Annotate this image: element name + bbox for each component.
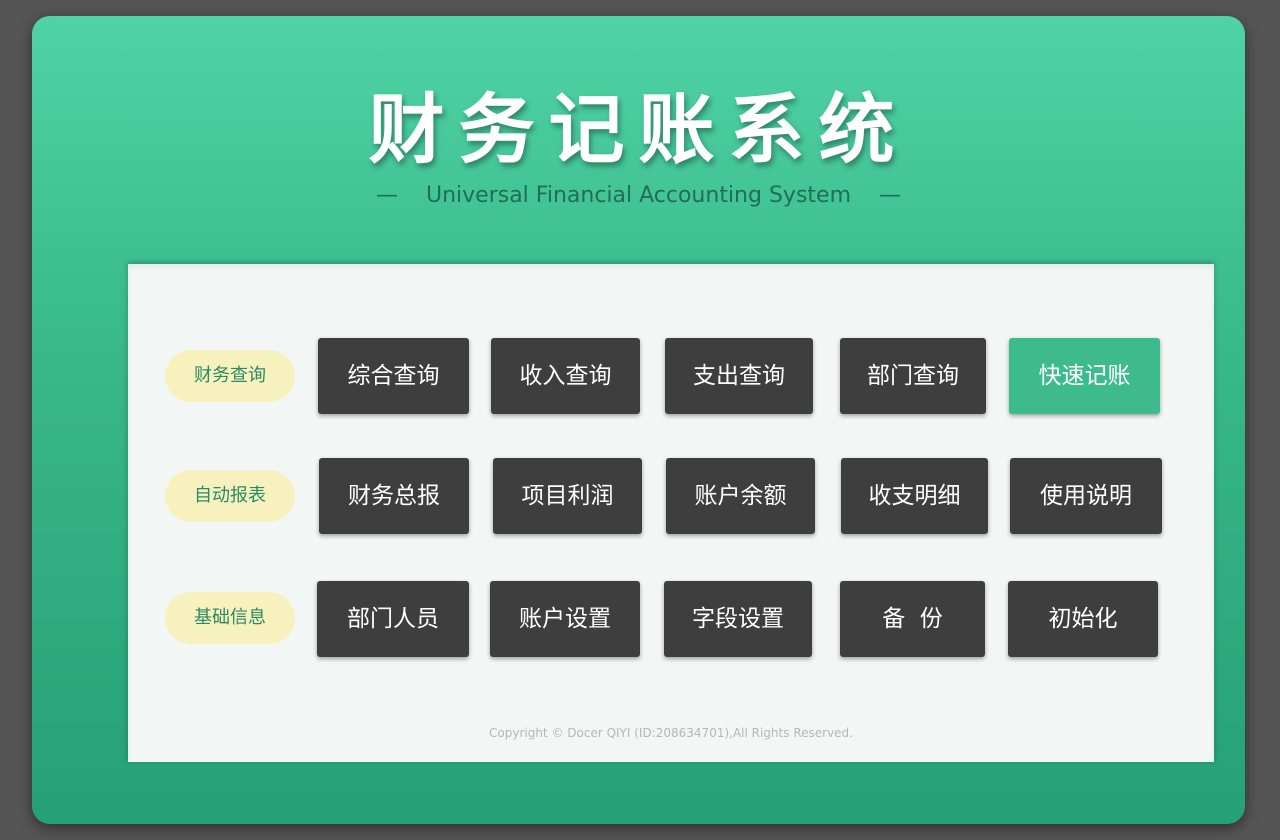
quick-entry-button[interactable]: 快速记账: [1009, 338, 1160, 414]
copyright-text: Copyright © Docer QIYI (ID:208634701),Al…: [489, 726, 853, 740]
financial-summary-button[interactable]: 财务总报: [319, 458, 469, 534]
department-staff-button[interactable]: 部门人员: [317, 581, 469, 657]
row-label-basic-info: 基础信息: [165, 592, 295, 644]
subtitle-row: — Universal Financial Accounting System —: [32, 181, 1245, 211]
page-subtitle: Universal Financial Accounting System: [425, 183, 851, 208]
backup-button[interactable]: 备 份: [840, 581, 985, 657]
comprehensive-query-button[interactable]: 综合查询: [318, 338, 469, 414]
menu-panel: 财务查询 综合查询 收入查询 支出查询 部门查询 快速记账 自动报表 财务总报 …: [128, 264, 1214, 762]
income-expense-detail-button[interactable]: 收支明细: [841, 458, 988, 534]
subtitle-dash-right: —: [879, 183, 901, 208]
row-label-auto-report: 自动报表: [165, 470, 295, 522]
app-window: 财务记账系统 — Universal Financial Accounting S…: [32, 16, 1245, 824]
page-title: 财务记账系统: [368, 85, 909, 174]
account-balance-button[interactable]: 账户余额: [666, 458, 815, 534]
initialize-button[interactable]: 初始化: [1008, 581, 1158, 657]
expense-query-button[interactable]: 支出查询: [665, 338, 813, 414]
field-settings-button[interactable]: 字段设置: [664, 581, 812, 657]
department-query-button[interactable]: 部门查询: [840, 338, 986, 414]
income-query-button[interactable]: 收入查询: [491, 338, 640, 414]
project-profit-button[interactable]: 项目利润: [493, 458, 642, 534]
subtitle-dash-left: —: [375, 183, 398, 208]
row-label-finance-query: 财务查询: [165, 350, 295, 402]
account-settings-button[interactable]: 账户设置: [490, 581, 640, 657]
user-guide-button[interactable]: 使用说明: [1010, 458, 1162, 534]
